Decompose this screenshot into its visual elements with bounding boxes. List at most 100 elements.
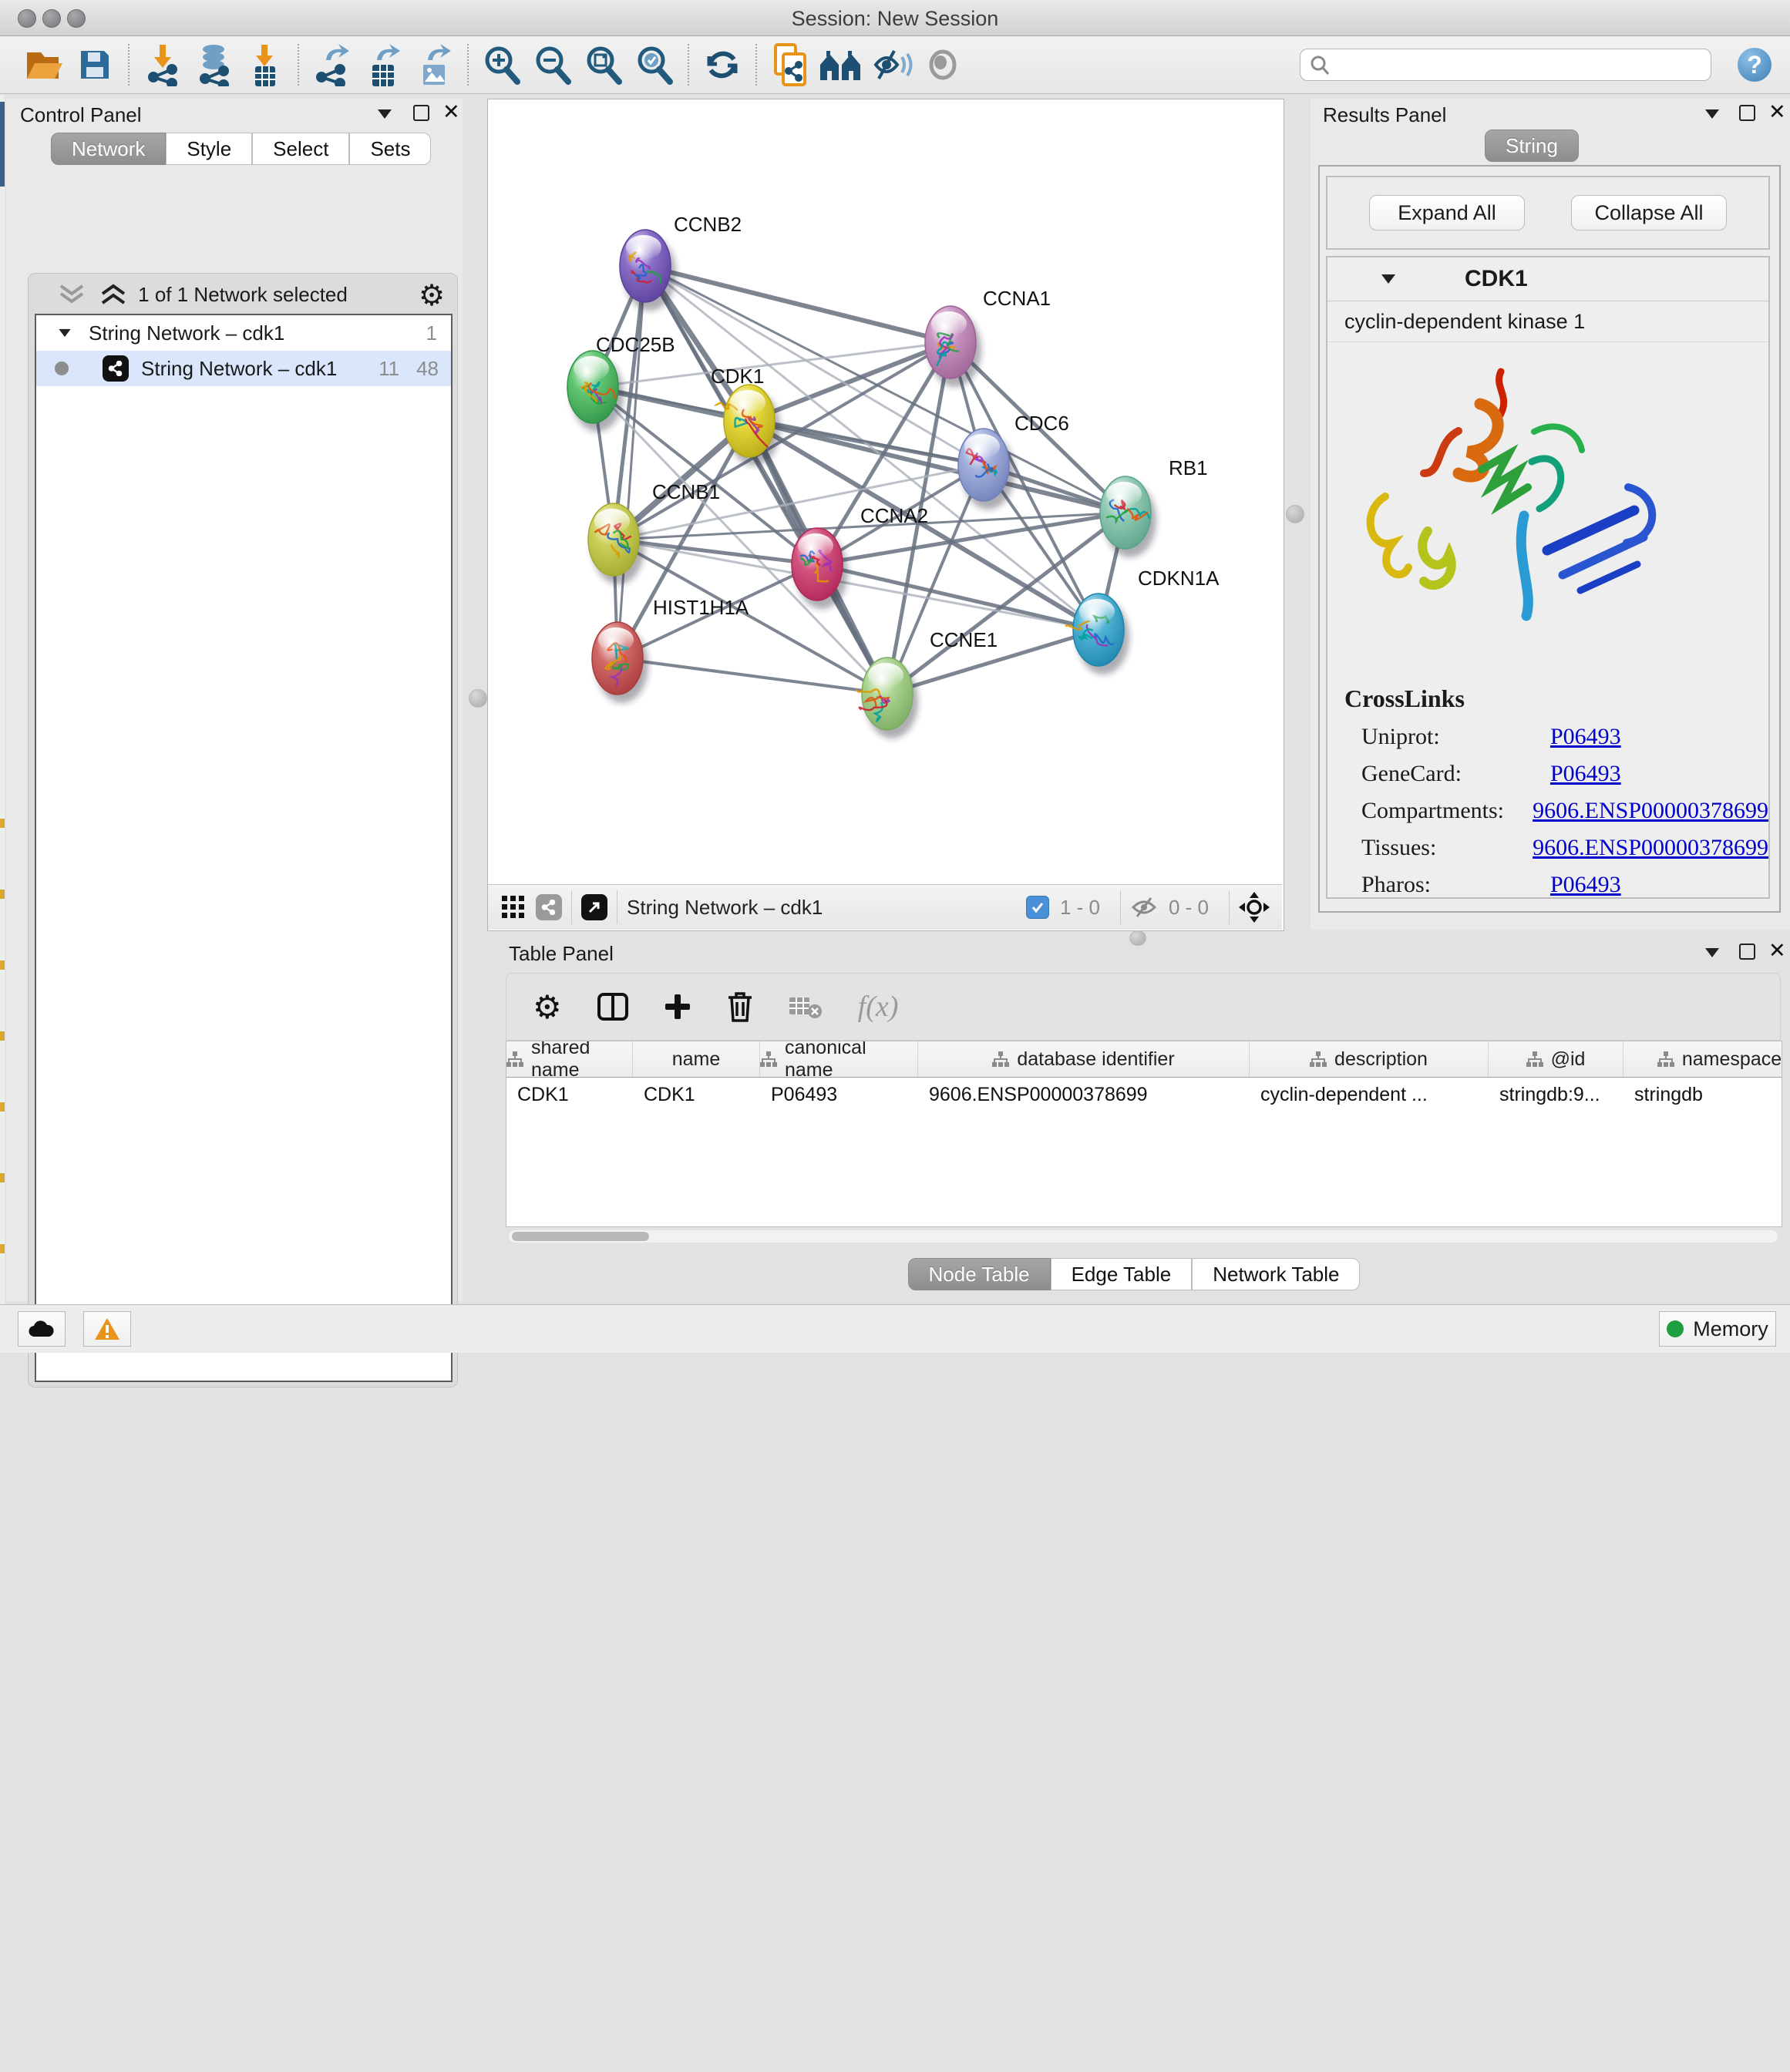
column-header-description[interactable]: description xyxy=(1250,1041,1489,1077)
warning-button[interactable] xyxy=(83,1311,131,1347)
search-input[interactable] xyxy=(1300,49,1711,81)
table-cell[interactable]: stringdb:9... xyxy=(1489,1078,1623,1112)
detach-view-icon[interactable] xyxy=(581,894,607,920)
tab-node-table[interactable]: Node Table xyxy=(908,1258,1051,1290)
tab-network-table[interactable]: Network Table xyxy=(1192,1258,1360,1290)
cloud-button[interactable] xyxy=(18,1311,66,1347)
column-header-databaseidentifier[interactable]: database identifier xyxy=(918,1041,1250,1077)
import-table-icon[interactable] xyxy=(239,42,290,88)
network-list-options-gear-icon[interactable]: ⚙ xyxy=(419,278,445,313)
table-panel-menu-icon[interactable] xyxy=(1705,948,1719,957)
control-panel-menu-icon[interactable] xyxy=(378,109,392,119)
crosslink-link[interactable]: 9606.ENSP00000378699 xyxy=(1533,835,1768,861)
network-edge-HIST1H1A-CCNE1[interactable] xyxy=(617,658,887,694)
network-list-container: 1 of 1 Network selected ⚙ String Network… xyxy=(28,273,458,1388)
control-panel-tabs: NetworkStyleSelectSets xyxy=(51,133,431,165)
results-panel-close-icon[interactable]: ✕ xyxy=(1768,102,1786,123)
network-node-CCNA1[interactable]: CCNA1 xyxy=(925,287,1051,387)
table-cell[interactable]: cyclin-dependent ... xyxy=(1250,1078,1489,1112)
gene-description: cyclin-dependent kinase 1 xyxy=(1327,301,1768,342)
table-horizontal-scrollbar[interactable] xyxy=(509,1230,1778,1243)
network-canvas[interactable]: CCNB2CCNA1CDC25BCDK1CDC6RB1CCNB1CCNA2CDK… xyxy=(488,99,1282,884)
export-image-icon[interactable] xyxy=(409,42,459,88)
table-cell[interactable]: CDK1 xyxy=(633,1078,760,1112)
refresh-network-icon[interactable] xyxy=(697,42,748,88)
table-header-row[interactable]: shared namenamecanonical namedatabase id… xyxy=(506,1041,1782,1078)
crosslink-link[interactable]: P06493 xyxy=(1550,724,1621,750)
table-panel-close-icon[interactable]: ✕ xyxy=(1768,940,1786,961)
delete-column-trash-icon[interactable] xyxy=(727,991,753,1022)
toolbar-separator xyxy=(571,890,572,924)
show-all-icon[interactable] xyxy=(917,42,968,88)
table-row[interactable]: CDK1CDK1P064939606.ENSP00000378699cyclin… xyxy=(506,1078,1782,1112)
show-columns-icon[interactable] xyxy=(597,993,628,1021)
new-network-from-selection-icon[interactable] xyxy=(765,42,816,88)
add-column-icon[interactable] xyxy=(664,993,691,1021)
network-node-RB1[interactable]: RB1 xyxy=(1100,456,1208,557)
network-tree-row-selected[interactable]: String Network – cdk1 11 48 xyxy=(36,351,451,386)
tree-expander-icon[interactable] xyxy=(59,329,70,337)
tab-string[interactable]: String xyxy=(1485,130,1579,162)
column-header-namespace[interactable]: namespace xyxy=(1623,1041,1782,1077)
export-table-icon[interactable] xyxy=(358,42,409,88)
import-database-icon[interactable] xyxy=(188,42,239,88)
results-panel-menu-icon[interactable] xyxy=(1705,109,1719,119)
network-node-CCNB2[interactable]: CCNB2 xyxy=(620,213,742,311)
scrollbar-thumb[interactable] xyxy=(512,1232,649,1241)
navigator-crosshair-icon[interactable] xyxy=(1239,892,1270,923)
zoom-selected-icon[interactable] xyxy=(629,42,680,88)
table-cell[interactable]: P06493 xyxy=(760,1078,918,1112)
tab-select[interactable]: Select xyxy=(252,133,349,165)
hidden-eye-icon[interactable] xyxy=(1130,896,1158,919)
hide-selected-icon[interactable] xyxy=(866,42,917,88)
table-cell[interactable]: stringdb xyxy=(1623,1078,1782,1112)
delete-table-icon[interactable] xyxy=(789,994,823,1019)
export-network-icon[interactable] xyxy=(307,42,358,88)
function-builder-icon[interactable]: f(x) xyxy=(858,990,899,1024)
help-icon[interactable]: ? xyxy=(1738,48,1771,82)
network-share-icon[interactable] xyxy=(536,894,562,920)
tab-network[interactable]: Network xyxy=(51,133,166,165)
results-panel-float-icon[interactable] xyxy=(1739,105,1755,121)
crosslink-label: Compartments: xyxy=(1344,798,1533,824)
tab-style[interactable]: Style xyxy=(166,133,252,165)
tab-sets[interactable]: Sets xyxy=(349,133,431,165)
collapse-all-button[interactable]: Collapse All xyxy=(1571,195,1727,230)
selected-indicator-checkbox-icon[interactable] xyxy=(1026,896,1049,919)
grid-view-icon[interactable] xyxy=(502,896,525,919)
table-cell[interactable]: CDK1 xyxy=(506,1078,633,1112)
import-network-icon[interactable] xyxy=(137,42,188,88)
network-node-CDKN1A[interactable]: CDKN1A xyxy=(1065,567,1220,674)
save-session-icon[interactable] xyxy=(69,42,120,88)
zoom-fit-icon[interactable] xyxy=(578,42,629,88)
tab-edge-table[interactable]: Edge Table xyxy=(1051,1258,1193,1290)
crosslink-link[interactable]: P06493 xyxy=(1550,761,1621,787)
zoom-in-icon[interactable] xyxy=(476,42,527,88)
first-neighbors-icon[interactable] xyxy=(816,42,866,88)
memory-button[interactable]: Memory xyxy=(1659,1311,1776,1347)
column-header-canonicalname[interactable]: canonical name xyxy=(760,1041,918,1077)
section-expander-icon[interactable] xyxy=(1381,274,1395,284)
network-edge-CDK1-RB1[interactable] xyxy=(749,421,1125,513)
column-header-id[interactable]: @id xyxy=(1489,1041,1623,1077)
column-header-sharedname[interactable]: shared name xyxy=(506,1041,633,1077)
gene-section-header[interactable]: CDK1 xyxy=(1327,257,1768,301)
network-tree-root-row[interactable]: String Network – cdk1 1 xyxy=(36,315,451,351)
control-panel-float-icon[interactable] xyxy=(413,105,429,121)
warning-icon xyxy=(94,1317,120,1340)
open-session-icon[interactable] xyxy=(19,42,69,88)
table-toolbar: ⚙ f(x) xyxy=(506,973,1781,1041)
network-edge-CDC25B-CDC6[interactable] xyxy=(593,387,984,465)
crosslink-link[interactable]: 9606.ENSP00000378699 xyxy=(1533,798,1768,824)
table-panel-float-icon[interactable] xyxy=(1739,944,1755,960)
table-options-gear-icon[interactable]: ⚙ xyxy=(533,988,562,1026)
right-splitter-handle[interactable] xyxy=(1286,505,1304,523)
table-cell[interactable]: 9606.ENSP00000378699 xyxy=(918,1078,1250,1112)
zoom-out-icon[interactable] xyxy=(527,42,578,88)
column-header-name[interactable]: name xyxy=(633,1041,760,1077)
crosslink-link[interactable]: P06493 xyxy=(1550,872,1621,898)
control-panel-close-icon[interactable]: ✕ xyxy=(442,102,460,123)
left-splitter-handle[interactable] xyxy=(469,689,487,708)
expand-all-button[interactable]: Expand All xyxy=(1369,195,1525,230)
collection-count: 1 xyxy=(426,321,437,345)
